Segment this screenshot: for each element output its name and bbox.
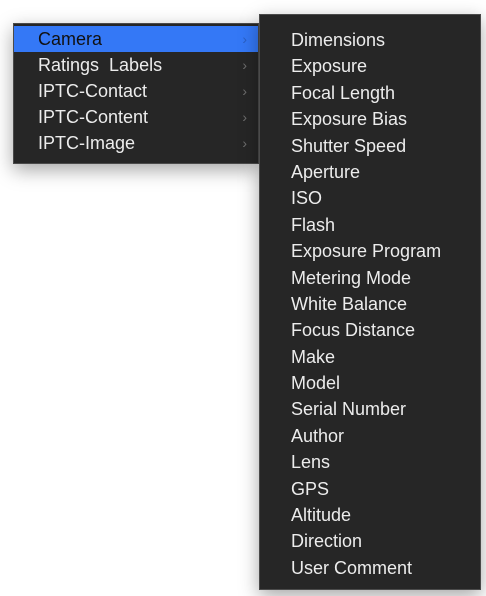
submenu-item-dimensions[interactable]: Dimensions bbox=[260, 27, 480, 53]
submenu-item-exposure-program[interactable]: Exposure Program bbox=[260, 238, 480, 264]
menu-item-label: IPTC-Content bbox=[38, 107, 149, 127]
menu-item-label: Ratings Labels bbox=[38, 55, 163, 75]
chevron-right-icon: › bbox=[242, 83, 247, 99]
submenu-item-make[interactable]: Make bbox=[260, 344, 480, 370]
menu-item-label: IPTC-Contact bbox=[38, 81, 148, 101]
submenu-item-focus-distance[interactable]: Focus Distance bbox=[260, 317, 480, 343]
chevron-right-icon: › bbox=[242, 57, 247, 73]
submenu-item-serial-number[interactable]: Serial Number bbox=[260, 396, 480, 422]
metadata-category-menu: Camera › Ratings Labels › IPTC-Contact ›… bbox=[13, 23, 259, 164]
submenu-item-author[interactable]: Author bbox=[260, 423, 480, 449]
submenu-item-lens[interactable]: Lens bbox=[260, 449, 480, 475]
menu-item-ratings-labels[interactable]: Ratings Labels › bbox=[14, 52, 258, 78]
menu-item-camera[interactable]: Camera › bbox=[14, 26, 258, 52]
submenu-item-model[interactable]: Model bbox=[260, 370, 480, 396]
submenu-item-user-comment[interactable]: User Comment bbox=[260, 555, 480, 581]
submenu-item-exposure[interactable]: Exposure bbox=[260, 53, 480, 79]
chevron-right-icon: › bbox=[242, 31, 247, 47]
menu-item-iptc-contact[interactable]: IPTC-Contact › bbox=[14, 78, 258, 104]
menu-item-label: IPTC-Image bbox=[38, 133, 136, 153]
submenu-item-shutter-speed[interactable]: Shutter Speed bbox=[260, 133, 480, 159]
chevron-right-icon: › bbox=[242, 109, 247, 125]
submenu-item-flash[interactable]: Flash bbox=[260, 212, 480, 238]
chevron-right-icon: › bbox=[242, 135, 247, 151]
submenu-item-altitude[interactable]: Altitude bbox=[260, 502, 480, 528]
menu-item-label: Camera bbox=[38, 29, 103, 49]
submenu-item-exposure-bias[interactable]: Exposure Bias bbox=[260, 106, 480, 132]
menu-item-iptc-image[interactable]: IPTC-Image › bbox=[14, 130, 258, 156]
submenu-item-direction[interactable]: Direction bbox=[260, 528, 480, 554]
submenu-item-gps[interactable]: GPS bbox=[260, 476, 480, 502]
submenu-item-aperture[interactable]: Aperture bbox=[260, 159, 480, 185]
submenu-item-iso[interactable]: ISO bbox=[260, 185, 480, 211]
menu-item-iptc-content[interactable]: IPTC-Content › bbox=[14, 104, 258, 130]
submenu-item-focal-length[interactable]: Focal Length bbox=[260, 80, 480, 106]
submenu-item-white-balance[interactable]: White Balance bbox=[260, 291, 480, 317]
submenu-item-metering-mode[interactable]: Metering Mode bbox=[260, 265, 480, 291]
camera-submenu: Dimensions Exposure Focal Length Exposur… bbox=[259, 14, 481, 590]
